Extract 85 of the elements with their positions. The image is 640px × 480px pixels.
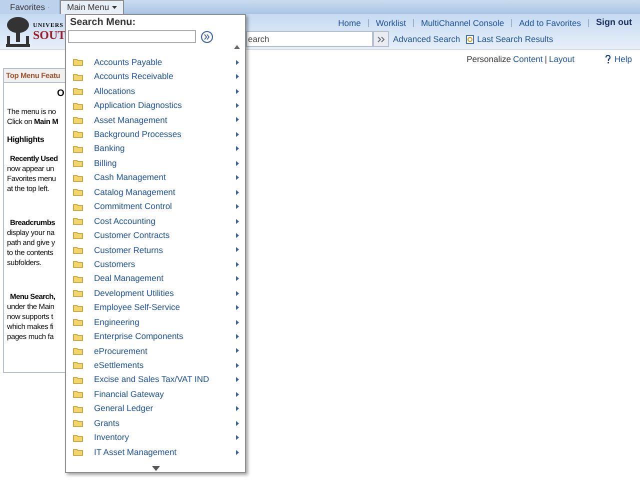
submenu-arrow-icon	[236, 392, 239, 397]
nav-link[interactable]: Add to Favorites	[519, 16, 581, 30]
menu-item-link[interactable]: IT Asset Management	[94, 446, 177, 458]
submenu-arrow-icon	[236, 218, 239, 224]
menu-item-link[interactable]: Catalog Management	[94, 186, 176, 199]
help-icon	[604, 54, 611, 64]
submenu-arrow-icon	[236, 146, 239, 152]
menu-item-link[interactable]: Accounts Payable	[94, 56, 162, 69]
menu-item-link[interactable]: Background Processes	[94, 128, 182, 141]
menu-tab[interactable]: Main Menu	[60, 0, 124, 14]
menu-tab[interactable]: Favorites	[0, 0, 60, 14]
submenu-arrow-icon	[236, 305, 239, 310]
menu-item-link[interactable]: Commitment Control	[94, 200, 172, 213]
search-field[interactable]: earch	[246, 31, 373, 47]
search-go-button[interactable]	[201, 30, 213, 42]
submenu-arrow-icon	[236, 320, 239, 325]
scroll-down-icon[interactable]	[152, 466, 160, 471]
double-chevron-icon	[204, 34, 210, 40]
menu-item-link[interactable]: Customer Contracts	[94, 229, 170, 242]
menu-item-link[interactable]: Deal Management	[94, 272, 164, 286]
logo-text: SOUT	[33, 28, 66, 40]
submenu-arrow-icon	[236, 132, 239, 137]
menu-item-link[interactable]: Grants	[94, 416, 120, 430]
submenu-arrow-icon	[236, 160, 239, 166]
personalize-label: Personalize	[466, 52, 511, 66]
menu-item-link[interactable]: Development Utilities	[94, 286, 174, 300]
submenu-arrow-icon	[236, 60, 239, 65]
menu-item-link[interactable]: eSettlements	[94, 359, 144, 372]
menu-item-link[interactable]: Excise and Sales Tax/VAT IND	[94, 373, 210, 386]
submenu-arrow-icon	[236, 334, 239, 340]
submenu-arrow-icon	[236, 450, 239, 455]
submenu-arrow-icon	[236, 420, 239, 426]
menu-item-link[interactable]: Inventory	[94, 431, 129, 444]
last-search-results-link[interactable]: Last Search Results	[477, 32, 554, 46]
panel-heading: Highlights	[7, 135, 46, 145]
menu-item-link[interactable]: Billing	[94, 156, 117, 170]
submenu-arrow-icon	[236, 262, 239, 267]
menu-item-link[interactable]: Asset Management	[94, 114, 168, 126]
menu-item-link[interactable]: Allocations	[94, 84, 136, 98]
submenu-arrow-icon	[236, 117, 239, 122]
menu-item-link[interactable]: Engineering	[94, 316, 140, 328]
submenu-arrow-icon	[236, 348, 239, 354]
submenu-arrow-icon	[236, 435, 239, 440]
menu-item-link[interactable]: Enterprise Components	[94, 330, 184, 343]
separator-text: |	[544, 52, 547, 66]
layout-link[interactable]: Layout	[548, 52, 575, 66]
submenu-arrow-icon	[236, 74, 239, 80]
submenu-arrow-icon	[236, 247, 239, 252]
nav-link[interactable]: Home	[338, 16, 361, 30]
panel-text: O	[56, 89, 66, 99]
menu-item-link[interactable]: Customer Returns	[94, 244, 163, 256]
nav-link[interactable]: MultiChannel Console	[420, 16, 504, 30]
submenu-arrow-icon	[236, 362, 239, 368]
submenu-arrow-icon	[236, 276, 239, 282]
submenu-arrow-icon	[236, 204, 239, 210]
search-menu-label: Search Menu:	[70, 17, 137, 29]
nav-link[interactable]: Worklist	[376, 16, 406, 30]
menu-item-link[interactable]: General Ledger	[94, 402, 154, 416]
submenu-arrow-icon	[236, 377, 239, 382]
menu-item-link[interactable]: eProcurement	[94, 344, 148, 358]
menu-item-link[interactable]: Employee Self-Service	[94, 301, 180, 314]
content-link[interactable]: Content	[512, 52, 543, 66]
search-button[interactable]	[373, 31, 389, 47]
menu-item-link[interactable]: Banking	[94, 142, 125, 156]
double-chevron-icon	[377, 36, 385, 42]
menu-item-link[interactable]: Financial Gateway	[94, 388, 164, 401]
submenu-arrow-icon	[236, 103, 239, 108]
nav-link[interactable]: Sign out	[596, 16, 632, 30]
menu-item-link[interactable]: Cost Accounting	[94, 214, 156, 228]
menu-item-link[interactable]: Accounts Receivable	[94, 70, 174, 84]
tree-logo-icon	[5, 16, 31, 48]
menu-item-link[interactable]: Customers	[94, 258, 136, 271]
submenu-arrow-icon	[236, 175, 239, 180]
scroll-up-icon[interactable]	[234, 45, 240, 49]
submenu-arrow-icon	[236, 232, 239, 238]
submenu-arrow-icon	[236, 290, 239, 296]
advanced-search-link[interactable]: Advanced Search	[393, 32, 460, 46]
help-link[interactable]: Help	[614, 52, 632, 66]
submenu-arrow-icon	[236, 190, 239, 195]
menu-item-link[interactable]: Cash Management	[94, 171, 166, 184]
menu-search-field[interactable]	[68, 30, 196, 43]
submenu-arrow-icon	[236, 406, 239, 412]
menu-item-link[interactable]: Application Diagnostics	[94, 99, 182, 112]
submenu-arrow-icon	[236, 88, 239, 94]
magnifier-page-icon	[466, 34, 476, 44]
